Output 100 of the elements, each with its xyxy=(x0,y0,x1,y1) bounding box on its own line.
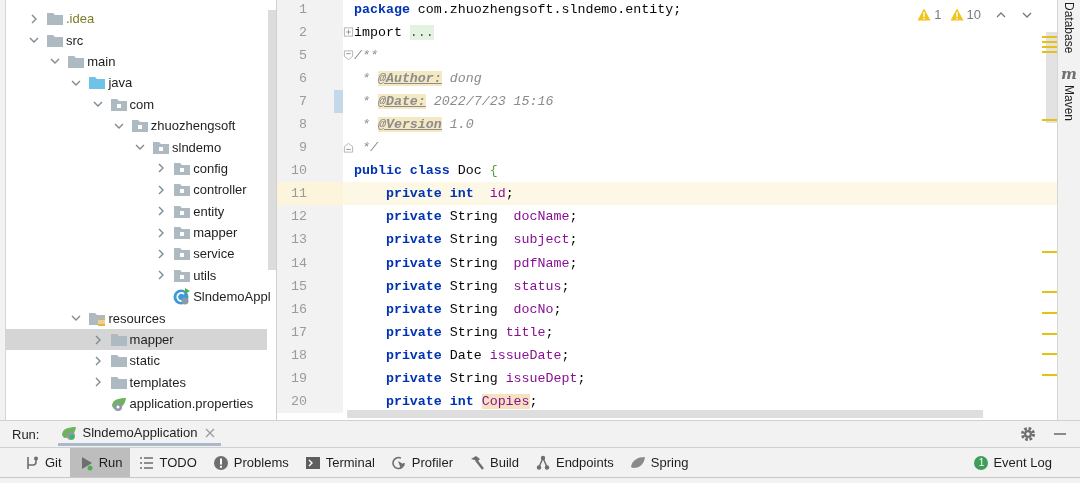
tool-window-button[interactable]: Problems xyxy=(204,448,297,477)
warning-marker[interactable] xyxy=(1042,353,1057,355)
code-line: private String status; xyxy=(384,278,570,294)
package-icon xyxy=(173,225,192,241)
warning-count[interactable]: 10 xyxy=(949,7,981,22)
line-number: 9 xyxy=(298,140,307,156)
code-line: private String subject; xyxy=(384,232,578,248)
folder-icon xyxy=(109,353,128,369)
line-number: 2 xyxy=(298,24,307,40)
tree-item[interactable]: config xyxy=(6,157,267,180)
line-number: 15 xyxy=(290,278,307,294)
tree-item[interactable]: mapper xyxy=(6,221,267,244)
code-line: private String issueDept; xyxy=(384,371,586,387)
panel-label: Run: xyxy=(12,426,40,442)
hammer-icon xyxy=(469,454,486,471)
resource-folder-icon xyxy=(88,310,107,326)
settings-icon[interactable] xyxy=(1020,426,1036,442)
line-number: 6 xyxy=(298,70,307,86)
warning-marker[interactable] xyxy=(1042,41,1057,43)
warning-marker[interactable] xyxy=(1042,312,1057,314)
line-number: 16 xyxy=(290,301,307,317)
tool-window-button[interactable]: Endpoints xyxy=(526,448,622,477)
class-icon xyxy=(173,287,192,306)
tree-item[interactable]: controller xyxy=(6,179,267,201)
spring-run-icon xyxy=(60,424,79,441)
exclamation-icon xyxy=(212,454,229,471)
package-icon xyxy=(109,96,128,112)
tree-item[interactable]: slndemo xyxy=(6,136,267,158)
tool-window-button[interactable]: Build xyxy=(461,448,527,477)
warning-marker[interactable] xyxy=(1042,119,1057,121)
properties-icon xyxy=(109,395,128,412)
tool-window-button[interactable]: Git xyxy=(16,448,70,477)
warning-count[interactable]: 1 xyxy=(917,7,942,22)
list-icon xyxy=(138,454,155,471)
scrollbar[interactable] xyxy=(268,10,276,270)
package-icon xyxy=(173,160,192,176)
line-number: 20 xyxy=(290,394,307,410)
tree-item[interactable]: templates xyxy=(6,371,267,394)
folder-icon xyxy=(88,75,107,91)
line-number: 8 xyxy=(298,117,307,132)
code-line: import ... xyxy=(354,24,434,40)
package-icon xyxy=(173,246,192,262)
line-number: 10 xyxy=(290,163,307,179)
warning-marker[interactable] xyxy=(1042,333,1057,335)
fold-marker-icon[interactable] xyxy=(343,49,354,62)
tree-item[interactable]: resources xyxy=(6,307,267,329)
line-number: 1 xyxy=(298,1,307,17)
tree-item[interactable]: static xyxy=(6,350,267,372)
code-line: private String docNo; xyxy=(384,301,562,317)
line-number: 17 xyxy=(290,324,307,340)
tree-item[interactable]: entity xyxy=(6,200,267,222)
tool-window-button[interactable]: Profiler xyxy=(382,448,462,477)
package-icon xyxy=(152,139,170,155)
profiler-icon xyxy=(390,454,407,471)
code-line: public class Doc { xyxy=(354,163,498,179)
code-line: * @Date: 2022/7/23 15:16 xyxy=(360,93,554,109)
code-line: private String pdfName; xyxy=(384,255,578,271)
folder-icon xyxy=(67,53,86,69)
folder-icon xyxy=(109,374,128,390)
warning-marker[interactable] xyxy=(1042,51,1057,53)
tree-item[interactable]: .idea xyxy=(6,8,267,30)
scrollbar[interactable] xyxy=(347,410,983,418)
branch-icon xyxy=(24,454,40,471)
package-icon xyxy=(130,118,149,134)
close-icon[interactable] xyxy=(205,427,216,438)
tree-item[interactable]: service xyxy=(6,243,267,265)
notification-badge: 1 xyxy=(974,455,989,470)
warning-marker[interactable] xyxy=(1042,46,1057,48)
maven-icon: m xyxy=(1061,65,1077,84)
tool-window-button[interactable]: Run xyxy=(69,448,131,477)
warning-marker[interactable] xyxy=(1042,36,1057,38)
tool-window-button[interactable]: TODO xyxy=(130,448,205,477)
tree-item[interactable]: src xyxy=(6,29,267,51)
line-number: 12 xyxy=(290,209,307,225)
code-line: private Date issueDate; xyxy=(384,347,570,363)
warning-marker[interactable] xyxy=(1042,251,1057,253)
tree-item[interactable]: application.properties xyxy=(6,393,267,415)
tree-item[interactable]: com xyxy=(6,93,267,115)
tree-item[interactable]: main xyxy=(6,50,267,73)
tree-item[interactable]: java xyxy=(6,72,267,94)
code-line: package com.zhuozhengsoft.slndemo.entity; xyxy=(354,1,682,17)
terminal-icon xyxy=(304,454,321,471)
tool-window-tab[interactable]: Maven xyxy=(1062,83,1076,124)
tree-item[interactable]: mapper xyxy=(6,328,267,351)
run-tab[interactable]: SlndemoApplication xyxy=(58,422,222,446)
tool-window-button[interactable]: Terminal xyxy=(296,448,383,477)
fold-marker-icon[interactable] xyxy=(343,141,354,154)
tool-window-button[interactable]: Spring xyxy=(621,448,697,477)
event-log-button[interactable]: 1 Event Log xyxy=(966,448,1060,477)
tool-window-tab[interactable]: Database xyxy=(1062,0,1076,56)
warning-marker[interactable] xyxy=(1042,291,1057,293)
warning-marker[interactable] xyxy=(1042,374,1057,376)
code-line: /** xyxy=(354,47,378,63)
tree-item[interactable]: zhuozhengsoft xyxy=(6,114,267,137)
code-line: private int id; xyxy=(384,186,514,202)
nodes-icon xyxy=(534,454,551,471)
folder-icon xyxy=(109,332,128,348)
expand-fold-icon[interactable] xyxy=(343,26,354,39)
package-icon xyxy=(173,182,192,198)
tree-item[interactable]: utils xyxy=(6,264,267,287)
